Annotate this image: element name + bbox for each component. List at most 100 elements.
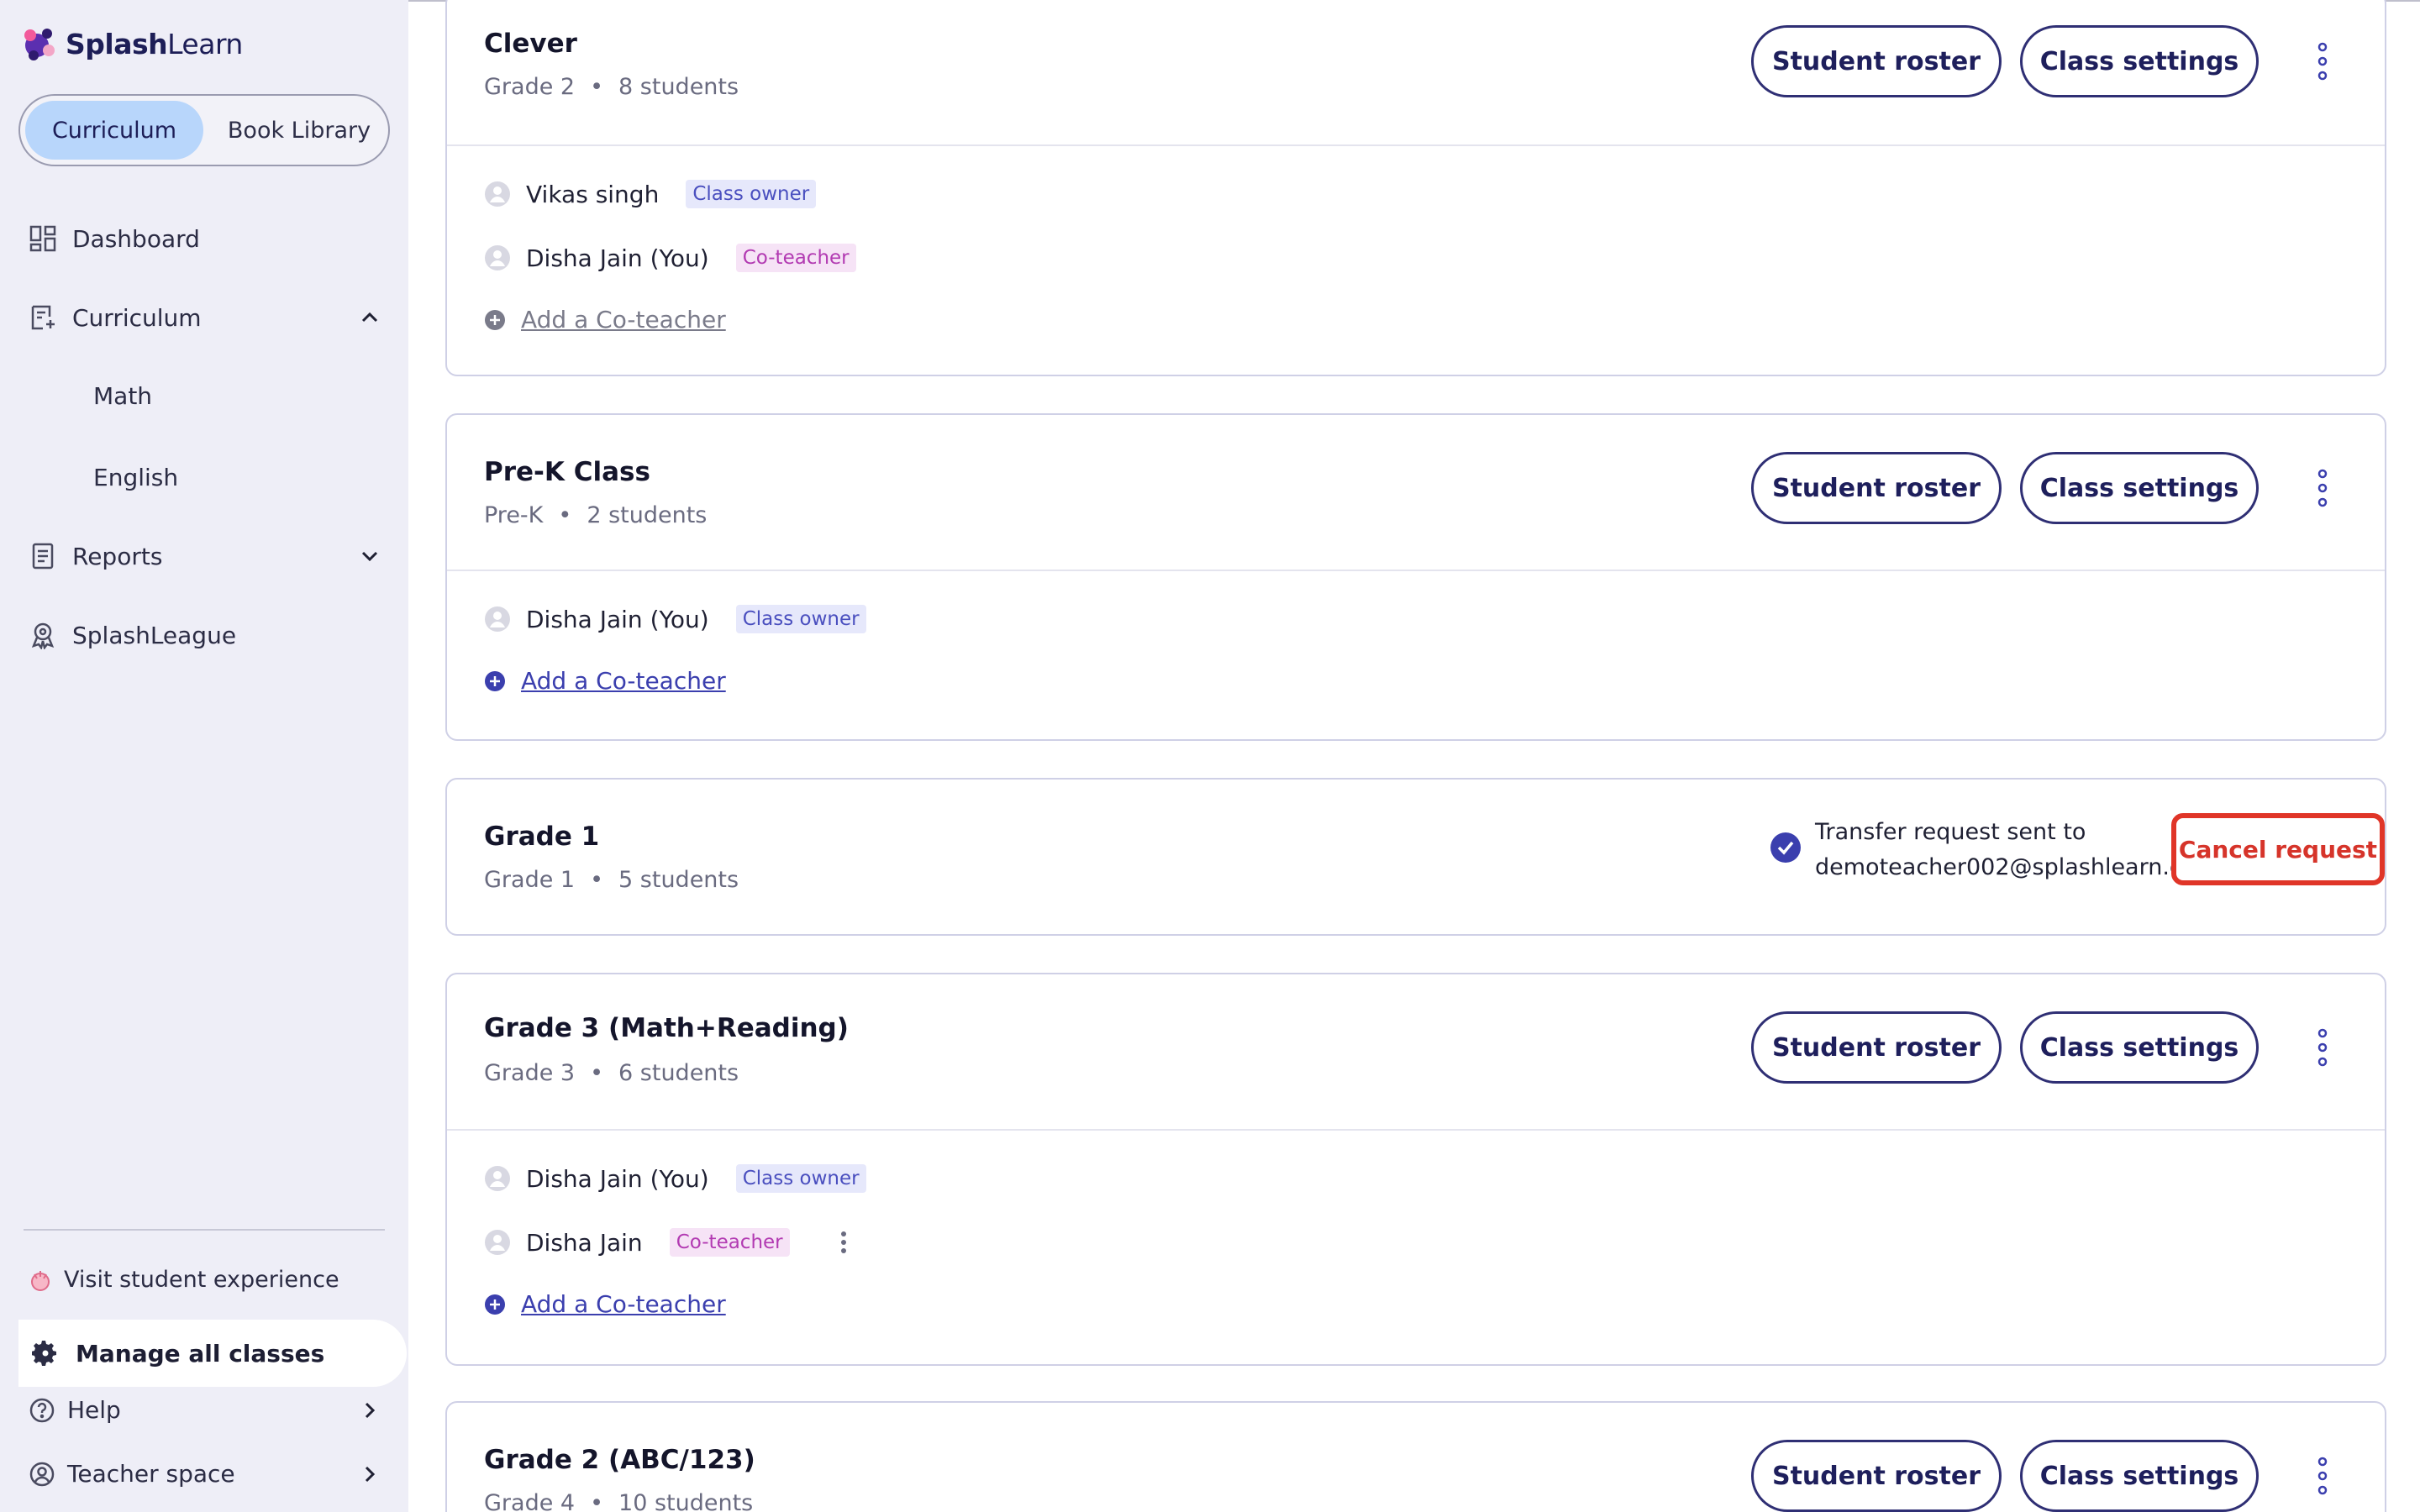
student-count: 5 students — [618, 867, 739, 893]
class-list: Clever Grade 2 • 8 students Student roster… — [408, 0, 2420, 1512]
visit-student-experience-link[interactable]: Visit student experience — [29, 1267, 339, 1293]
add-coteacher-link[interactable]: Add a Co-teacher — [484, 667, 726, 695]
help-icon — [29, 1398, 55, 1422]
sidebar-item-curriculum[interactable]: Curriculum — [29, 292, 381, 343]
chevron-down-icon[interactable] — [358, 544, 381, 568]
class-settings-button[interactable]: Class settings — [2020, 1440, 2259, 1512]
sidebar-item-reports[interactable]: Reports — [29, 531, 381, 581]
gear-icon — [32, 1341, 56, 1366]
class-card-grade1: Grade 1 Grade 1 • 5 students Transfer requ… — [445, 778, 2386, 936]
class-meta: Grade 4 • 10 students — [484, 1490, 753, 1512]
transfer-status: Transfer request sent to demoteacher002@… — [1770, 815, 2218, 885]
avatar — [485, 245, 510, 270]
splashlearn-logo-icon — [24, 29, 55, 60]
class-grade: Grade 2 — [484, 74, 576, 100]
toggle-curriculum[interactable]: Curriculum — [25, 101, 203, 160]
sidebar-item-splashleague[interactable]: SplashLeague — [29, 610, 236, 660]
add-coteacher-link[interactable]: Add a Co-teacher — [484, 1290, 726, 1318]
student-count: 2 students — [587, 502, 708, 528]
sidebar: SplashLearn Curriculum Book Library Dash… — [0, 0, 408, 1512]
manage-all-classes-item[interactable]: Manage all classes — [18, 1320, 407, 1387]
teacher-row: Disha Jain (You) Co-teacher — [484, 244, 856, 272]
student-count: 6 students — [618, 1060, 739, 1086]
check-circle-icon — [1770, 832, 1801, 863]
meta-separator: • — [590, 867, 604, 893]
class-card-clever: Clever Grade 2 • 8 students Student roster… — [445, 0, 2386, 376]
sidebar-item-label: Curriculum — [72, 303, 202, 332]
meta-separator: • — [590, 1060, 604, 1086]
visit-label: Visit student experience — [64, 1267, 339, 1293]
add-coteacher-link[interactable]: Add a Co-teacher — [484, 306, 726, 333]
class-card-grade3: Grade 3 (Math+Reading) Grade 3 • 6 student… — [445, 973, 2386, 1366]
teacher-options-icon[interactable] — [839, 1230, 849, 1255]
class-name: Grade 3 (Math+Reading) — [484, 1013, 849, 1043]
sidebar-item-teacher-space[interactable]: Teacher space — [29, 1460, 381, 1488]
avatar — [485, 181, 510, 207]
role-badge: Co-teacher — [669, 1228, 790, 1257]
sidebar-subitem-math[interactable]: Math — [93, 382, 152, 410]
teacher-name: Disha Jain (You) — [526, 605, 709, 633]
teacher-row: Vikas singh Class owner — [484, 180, 817, 208]
more-options-icon[interactable] — [2314, 467, 2331, 509]
class-meta: Grade 2 • 8 students — [484, 74, 739, 100]
more-options-icon[interactable] — [2314, 1455, 2331, 1497]
dashboard-icon — [29, 225, 56, 252]
class-name: Grade 2 (ABC/123) — [484, 1445, 755, 1475]
class-settings-button[interactable]: Class settings — [2020, 1011, 2259, 1084]
role-badge: Class owner — [735, 605, 866, 633]
avatar — [485, 606, 510, 632]
reports-icon — [32, 543, 54, 570]
class-settings-button[interactable]: Class settings — [2020, 452, 2259, 524]
sidebar-item-label: Dashboard — [72, 224, 200, 253]
chevron-right-icon — [365, 1402, 376, 1418]
class-name: Grade 1 — [484, 822, 600, 852]
add-coteacher-label: Add a Co-teacher — [521, 306, 726, 333]
add-coteacher-label: Add a Co-teacher — [521, 667, 726, 695]
chevron-up-icon[interactable] — [358, 306, 381, 329]
sidebar-item-help[interactable]: Help — [29, 1396, 381, 1424]
teacher-name: Disha Jain — [526, 1228, 643, 1257]
class-grade: Pre-K — [484, 502, 544, 528]
teacher-name: Disha Jain (You) — [526, 1164, 709, 1193]
student-avatar-icon — [31, 1270, 50, 1291]
avatar — [485, 1230, 510, 1255]
class-card-prek: Pre-K Class Pre-K • 2 students Student ros… — [445, 413, 2386, 741]
sidebar-item-dashboard[interactable]: Dashboard — [29, 213, 200, 264]
class-grade: Grade 3 — [484, 1060, 576, 1086]
product-toggle: Curriculum Book Library — [18, 94, 390, 166]
student-roster-button[interactable]: Student roster — [1751, 452, 2002, 524]
toggle-book-library[interactable]: Book Library — [215, 101, 383, 160]
student-count: 10 students — [618, 1490, 754, 1512]
class-grade: Grade 4 — [484, 1490, 576, 1512]
teacher-row: Disha Jain Co-teacher — [484, 1228, 849, 1257]
more-options-icon[interactable] — [2314, 1026, 2331, 1068]
class-grade: Grade 1 — [484, 867, 576, 893]
student-roster-button[interactable]: Student roster — [1751, 1440, 2002, 1512]
more-options-icon[interactable] — [2314, 40, 2331, 82]
class-meta: Grade 1 • 5 students — [484, 867, 739, 893]
student-count: 8 students — [618, 74, 739, 100]
teacher-row: Disha Jain (You) Class owner — [484, 1164, 866, 1193]
manage-label: Manage all classes — [76, 1339, 325, 1368]
student-roster-button[interactable]: Student roster — [1751, 25, 2002, 97]
teacher-space-label: Teacher space — [67, 1460, 235, 1488]
transfer-text: Transfer request sent to — [1815, 819, 2086, 845]
teacher-name: Vikas singh — [526, 180, 660, 208]
sidebar-subitem-english[interactable]: English — [93, 464, 178, 491]
avatar — [485, 1166, 510, 1191]
sidebar-item-label: Reports — [72, 542, 163, 570]
teacher-row: Disha Jain (You) Class owner — [484, 605, 866, 633]
splashlearn-logo[interactable]: SplashLearn — [18, 24, 243, 64]
class-name: Pre-K Class — [484, 457, 650, 487]
class-card-grade2-abc: Grade 2 (ABC/123) Grade 4 • 10 students St… — [445, 1401, 2386, 1512]
cancel-request-button[interactable]: Cancel request — [2171, 813, 2385, 885]
class-meta: Grade 3 • 6 students — [484, 1060, 739, 1086]
add-circle-icon — [485, 670, 505, 691]
meta-separator: • — [590, 1490, 604, 1512]
student-roster-button[interactable]: Student roster — [1751, 1011, 2002, 1084]
sidebar-item-label: SplashLeague — [72, 621, 237, 649]
class-meta: Pre-K • 2 students — [484, 502, 707, 528]
add-coteacher-label: Add a Co-teacher — [521, 1290, 726, 1318]
transfer-email: demoteacher002@splashlearn.com — [1815, 854, 2218, 880]
class-settings-button[interactable]: Class settings — [2020, 25, 2259, 97]
